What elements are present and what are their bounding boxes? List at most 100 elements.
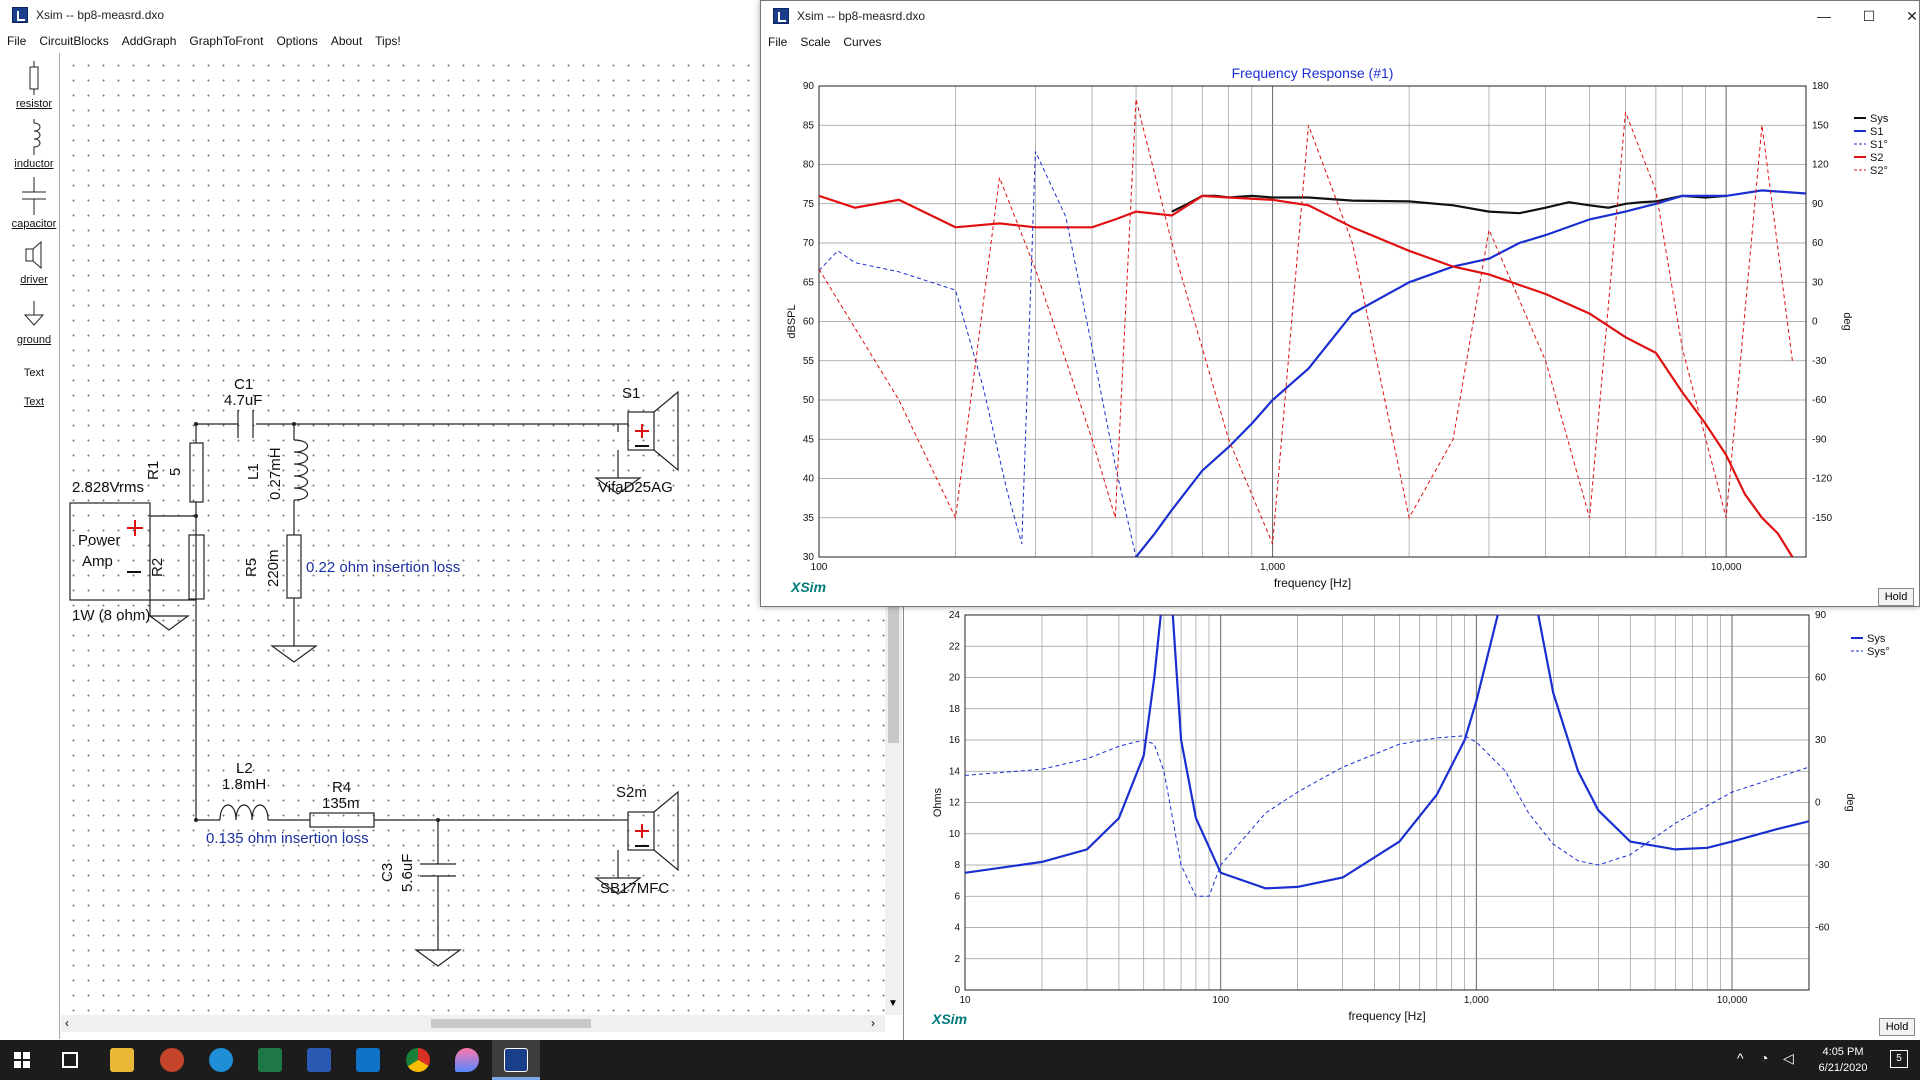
fr-ytick-label: 75 <box>803 199 815 210</box>
task-view-icon[interactable] <box>62 1052 78 1068</box>
s2-label: S2m <box>616 784 647 801</box>
fr-title: Xsim -- bp8-measrd.dxo <box>797 9 926 23</box>
imp-xtick-label: 100 <box>1212 995 1229 1006</box>
imp-ytick-label: 18 <box>949 704 961 715</box>
imp-ytick-label: 20 <box>949 673 961 684</box>
l2-value: 1.8mH <box>222 776 266 793</box>
imp-series-sys <box>965 615 1809 890</box>
fr-y2tick-label: 90 <box>1812 199 1824 210</box>
r4-value: 135m <box>322 795 360 812</box>
paint-icon[interactable] <box>455 1048 479 1072</box>
fr-y2label: deg <box>1841 312 1853 330</box>
outlook-icon[interactable] <box>356 1048 380 1072</box>
l2-label: L2 <box>236 760 253 777</box>
fr-ytick-label: 90 <box>803 81 815 92</box>
fr-menu-file[interactable]: File <box>761 32 793 49</box>
word-icon[interactable] <box>307 1048 331 1072</box>
fr-legend-label: S2 <box>1870 152 1883 164</box>
minimize-button[interactable]: — <box>1801 1 1847 32</box>
tray-chevron-icon[interactable]: ^ <box>1737 1050 1744 1066</box>
imp-xtick-label: 10,000 <box>1717 995 1748 1006</box>
impedance-hold-button[interactable]: Hold <box>1879 1018 1915 1036</box>
imp-y2label: deg <box>1844 793 1856 811</box>
r1-label: R1 <box>145 461 162 480</box>
impedance-window: 24 22 20 18 16 14 12 10 8 6 4 2 0 90 60 30 0 -30 -60 10 100 1… <box>903 600 1920 1040</box>
r5-label: R5 <box>243 558 260 577</box>
r5-note: 0.22 ohm insertion loss <box>306 559 460 576</box>
fr-ytick-label: 80 <box>803 160 815 171</box>
fr-ytick-label: 35 <box>803 513 815 524</box>
s2-driver: SB17MFC <box>600 880 669 897</box>
fr-title: Frequency Response (#1) <box>1232 65 1394 81</box>
clock-date: 6/21/2020 <box>1818 1062 1868 1074</box>
xsim-taskbar-item[interactable] <box>492 1040 540 1080</box>
start-button[interactable] <box>14 1052 30 1068</box>
r5-value: 220m <box>265 549 282 587</box>
r4-note: 0.135 ohm insertion loss <box>206 830 369 847</box>
fr-hold-button[interactable]: Hold <box>1878 588 1914 606</box>
c3-label: C3 <box>379 863 396 882</box>
clock[interactable]: 4:05 PM 6/21/2020 <box>1808 1044 1878 1076</box>
l1-value: 0.27mH <box>267 447 284 500</box>
fr-y2tick-label: -90 <box>1812 434 1827 445</box>
s1-driver: VifaD25AG <box>598 479 673 496</box>
impedance-brand: XSim <box>932 1011 968 1027</box>
fr-y2tick-label: 30 <box>1812 277 1824 288</box>
imp-ytick-label: 16 <box>949 735 961 746</box>
fr-menu-scale[interactable]: Scale <box>793 32 836 49</box>
source-power: 1W (8 ohm) <box>72 607 150 624</box>
powerpoint-icon[interactable] <box>160 1048 184 1072</box>
imp-y2tick-label: -60 <box>1815 923 1830 934</box>
xsim-icon <box>504 1048 528 1072</box>
maximize-button[interactable]: ☐ <box>1846 1 1892 32</box>
fr-menu-curves[interactable]: Curves <box>836 32 887 49</box>
fr-ytick-label: 85 <box>803 120 815 131</box>
clock-time: 4:05 PM <box>1822 1046 1864 1058</box>
volume-icon[interactable]: ◁ <box>1783 1050 1794 1067</box>
frequency-response-window: Xsim -- bp8-measrd.dxo — ☐ ✕ File Scale Cu… <box>760 0 1920 607</box>
fr-ytick-label: 70 <box>803 238 815 249</box>
c1-label: C1 <box>234 376 253 393</box>
fr-ytick-label: 50 <box>803 395 815 406</box>
source-label-2: Amp <box>82 553 113 570</box>
fr-y2tick-label: -30 <box>1812 356 1827 367</box>
imp-series-sys-phase <box>965 735 1809 897</box>
fr-y2tick-label: -60 <box>1812 395 1827 406</box>
fr-y2tick-label: -150 <box>1812 513 1832 524</box>
fr-menubar: File Scale Curves <box>761 32 1919 52</box>
fr-y2tick-label: 150 <box>1812 120 1829 131</box>
fr-titlebar[interactable]: Xsim -- bp8-measrd.dxo — ☐ ✕ <box>761 1 1919 32</box>
fr-legend-label: S2° <box>1870 165 1888 177</box>
notification-icon[interactable]: 5 <box>1890 1050 1908 1068</box>
wifi-icon[interactable]: ◔ <box>1760 1050 1768 1066</box>
fr-xtick-label: 10,000 <box>1711 562 1742 573</box>
excel-icon[interactable] <box>258 1048 282 1072</box>
fr-legend-label: Sys <box>1870 113 1889 125</box>
fr-xtick-label: 1,000 <box>1260 562 1285 573</box>
r4-label: R4 <box>332 779 351 796</box>
chrome-icon[interactable] <box>406 1048 430 1072</box>
fr-y2tick-label: 60 <box>1812 238 1824 249</box>
taskbar: ^ ◔ ◁ 4:05 PM 6/21/2020 5 <box>0 1040 1920 1080</box>
fr-y2tick-label: -120 <box>1812 474 1832 485</box>
imp-y2tick-label: 90 <box>1815 610 1827 621</box>
imp-legend-label: Sys° <box>1867 646 1890 658</box>
imp-xtick-label: 1,000 <box>1464 995 1489 1006</box>
r2-label: R2 <box>149 558 166 577</box>
fr-series-s1-phase <box>819 151 1137 557</box>
imp-ytick-label: 12 <box>949 798 961 809</box>
xsim-app-icon <box>773 8 789 24</box>
r1-value: 5 <box>167 468 184 476</box>
imp-ytick-label: 14 <box>949 766 961 777</box>
source-voltage: 2.828Vrms <box>72 479 144 496</box>
fr-y2tick-label: 180 <box>1812 81 1829 92</box>
imp-y2tick-label: 0 <box>1815 798 1821 809</box>
file-explorer-icon[interactable] <box>110 1048 134 1072</box>
close-button[interactable]: ✕ <box>1889 1 1920 32</box>
fr-ytick-label: 45 <box>803 434 815 445</box>
notification-count: 5 <box>1896 1053 1902 1064</box>
fr-ytick-label: 40 <box>803 474 815 485</box>
fr-legend-label: S1 <box>1870 126 1883 138</box>
edge-icon[interactable] <box>209 1048 233 1072</box>
imp-xlabel: frequency [Hz] <box>1348 1009 1425 1023</box>
